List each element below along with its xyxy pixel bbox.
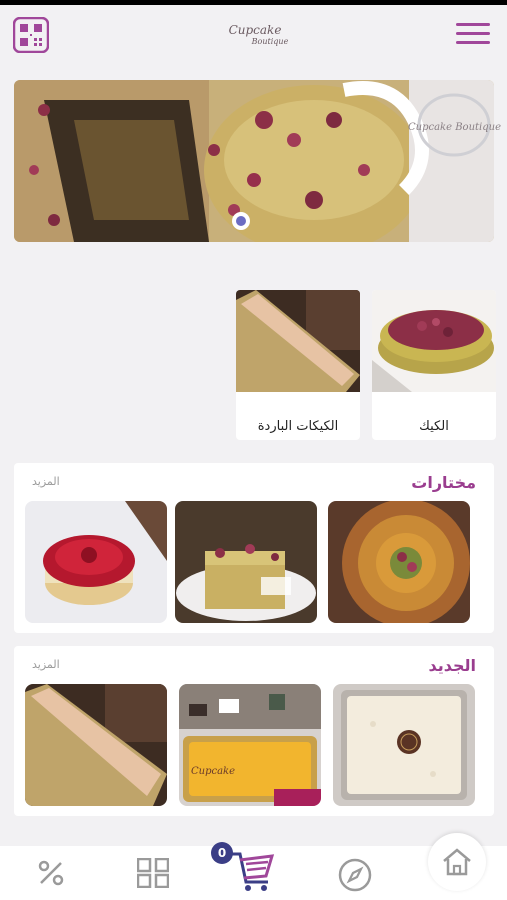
new-section: الجديد المزيد Cupcake: [14, 646, 494, 816]
hamburger-menu-icon[interactable]: [456, 23, 490, 47]
cold-cake-photo: [236, 290, 360, 392]
promo-banner[interactable]: [14, 80, 494, 242]
compass-icon[interactable]: [338, 858, 372, 896]
featured-more-link[interactable]: المزيد: [32, 475, 60, 488]
home-button[interactable]: [428, 833, 486, 891]
home-icon: [443, 848, 471, 876]
cake-photo: [372, 290, 496, 392]
cart-icon[interactable]: [228, 848, 276, 896]
category-card-cold-cakes[interactable]: الكيكات الباردة: [236, 290, 360, 440]
banner-pager-dot[interactable]: [232, 212, 250, 230]
new-product-2[interactable]: Cupcake: [179, 684, 321, 806]
category-label: الكيك: [419, 419, 449, 434]
featured-product-3[interactable]: [25, 501, 167, 623]
new-product-1[interactable]: [333, 684, 475, 806]
category-label: الكيكات الباردة: [257, 419, 339, 434]
featured-product-1[interactable]: [328, 501, 470, 623]
percent-icon[interactable]: [36, 858, 66, 892]
new-product-3[interactable]: [25, 684, 167, 806]
app-header: Cupcake Boutique: [0, 5, 507, 65]
cart-count-badge: 0: [211, 842, 233, 864]
banner-brand-text: Cupcake Boutique: [408, 122, 501, 133]
logo-line1: Cupcake: [228, 23, 282, 37]
qr-code-icon[interactable]: [12, 16, 50, 54]
featured-title: مختارات: [411, 473, 476, 492]
app-logo: Cupcake Boutique: [200, 19, 310, 53]
category-card-cake[interactable]: الكيك: [372, 290, 496, 440]
logo-line2: Boutique: [251, 37, 289, 46]
tile-brand-text: Cupcake: [191, 766, 236, 777]
new-more-link[interactable]: المزيد: [32, 658, 60, 671]
featured-section: مختارات المزيد: [14, 463, 494, 633]
featured-product-2[interactable]: [175, 501, 317, 623]
new-title: الجديد: [428, 656, 476, 675]
grid-icon[interactable]: [136, 857, 170, 892]
